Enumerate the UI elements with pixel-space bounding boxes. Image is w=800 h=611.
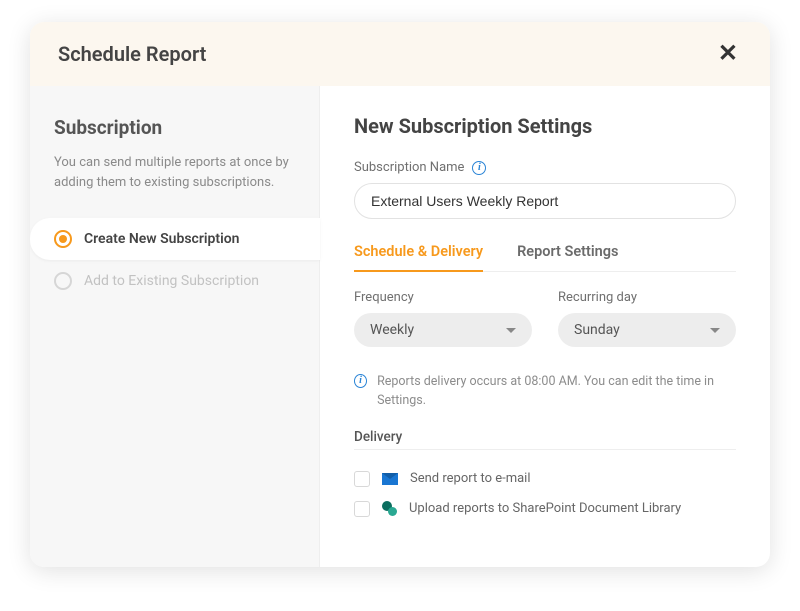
info-icon: i bbox=[354, 374, 367, 388]
delivery-email-row[interactable]: Send report to e-mail bbox=[354, 464, 736, 494]
radio-unselected-icon bbox=[54, 272, 72, 290]
settings-tabs: Schedule & Delivery Report Settings bbox=[354, 243, 736, 272]
delivery-time-text: Reports delivery occurs at 08:00 AM. You… bbox=[377, 373, 736, 411]
sidebar: Subscription You can send multiple repor… bbox=[30, 86, 320, 567]
chevron-down-icon bbox=[710, 328, 720, 333]
option-label: Create New Subscription bbox=[84, 231, 239, 247]
delivery-time-note: i Reports delivery occurs at 08:00 AM. Y… bbox=[354, 373, 736, 411]
sidebar-title: Subscription bbox=[54, 116, 295, 139]
option-add-to-existing-subscription[interactable]: Add to Existing Subscription bbox=[30, 260, 319, 302]
chevron-down-icon bbox=[506, 328, 516, 333]
checkbox-sharepoint[interactable] bbox=[354, 501, 370, 517]
info-icon[interactable]: i bbox=[472, 161, 486, 175]
sidebar-description: You can send multiple reports at once by… bbox=[54, 153, 295, 192]
tab-report-settings[interactable]: Report Settings bbox=[517, 243, 618, 272]
schedule-controls: Frequency Weekly Recurring day Sunday bbox=[354, 290, 736, 347]
recurring-day-select[interactable]: Sunday bbox=[558, 313, 736, 347]
close-button[interactable]: ✕ bbox=[714, 42, 742, 66]
sidebar-options: Create New Subscription Add to Existing … bbox=[30, 218, 319, 302]
recurring-day-value: Sunday bbox=[574, 322, 620, 338]
subscription-name-label-row: Subscription Name i bbox=[354, 160, 736, 175]
frequency-control: Frequency Weekly bbox=[354, 290, 532, 347]
checkbox-email[interactable] bbox=[354, 471, 370, 487]
sharepoint-icon bbox=[382, 501, 397, 516]
subscription-name-input[interactable] bbox=[354, 183, 736, 219]
radio-selected-icon bbox=[54, 230, 72, 248]
delivery-email-label: Send report to e-mail bbox=[410, 471, 531, 486]
modal-header: Schedule Report ✕ bbox=[30, 22, 770, 86]
option-create-new-subscription[interactable]: Create New Subscription bbox=[30, 218, 320, 260]
schedule-report-modal: Schedule Report ✕ Subscription You can s… bbox=[30, 22, 770, 567]
close-icon: ✕ bbox=[718, 40, 738, 67]
tab-schedule-delivery[interactable]: Schedule & Delivery bbox=[354, 243, 483, 272]
mail-icon bbox=[382, 473, 398, 485]
frequency-label: Frequency bbox=[354, 290, 532, 305]
modal-title: Schedule Report bbox=[58, 42, 206, 66]
recurring-day-control: Recurring day Sunday bbox=[558, 290, 736, 347]
frequency-select[interactable]: Weekly bbox=[354, 313, 532, 347]
frequency-value: Weekly bbox=[370, 322, 414, 338]
main-panel: New Subscription Settings Subscription N… bbox=[320, 86, 770, 567]
divider bbox=[354, 449, 736, 450]
option-label: Add to Existing Subscription bbox=[84, 273, 259, 289]
delivery-sharepoint-label: Upload reports to SharePoint Document Li… bbox=[409, 501, 681, 516]
delivery-section-label: Delivery bbox=[354, 429, 736, 445]
delivery-sharepoint-row[interactable]: Upload reports to SharePoint Document Li… bbox=[354, 494, 736, 524]
modal-body: Subscription You can send multiple repor… bbox=[30, 86, 770, 567]
subscription-name-label: Subscription Name bbox=[354, 160, 464, 175]
recurring-day-label: Recurring day bbox=[558, 290, 736, 305]
main-title: New Subscription Settings bbox=[354, 114, 736, 138]
